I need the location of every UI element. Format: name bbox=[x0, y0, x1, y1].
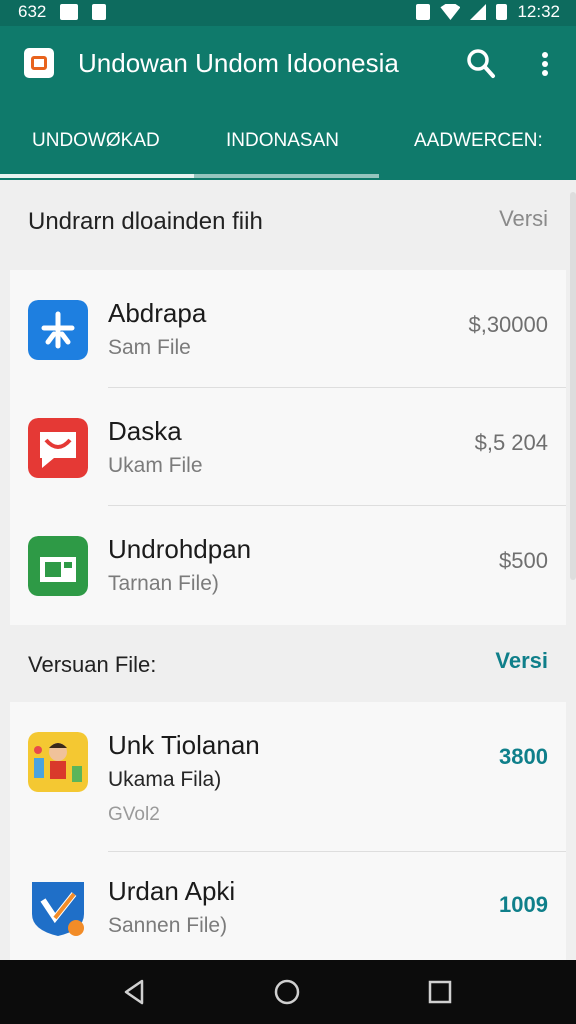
signal-icon bbox=[470, 4, 487, 20]
app-bar: Undowan Undom Idoonesia bbox=[0, 26, 576, 106]
app-price: 1009 bbox=[499, 892, 548, 917]
section-title: Versuan File: bbox=[28, 652, 157, 677]
tab-aadwercen[interactable]: AADWERCEN: bbox=[414, 130, 543, 152]
section-header-2: Versuan File: Versi bbox=[0, 632, 576, 692]
section-link[interactable]: Versi bbox=[495, 648, 548, 674]
app-price: $500 bbox=[499, 548, 548, 573]
doc-notification-icon bbox=[92, 4, 107, 20]
list-item[interactable]: Daska Ukam File $,5 204 bbox=[10, 388, 566, 506]
app-name: Unk Tiolanan bbox=[108, 730, 260, 760]
app-price: 3800 bbox=[499, 744, 548, 769]
app-subtitle: Sam File bbox=[108, 336, 191, 359]
section-link[interactable]: Versi bbox=[499, 206, 548, 232]
vibrate-icon bbox=[416, 4, 431, 20]
app-subtitle: Ukama Fila) bbox=[108, 768, 222, 791]
image-notification-icon bbox=[60, 4, 79, 20]
red-chat-app-icon bbox=[28, 418, 88, 478]
section-header-1: Undrarn dloainden fiih Versi bbox=[0, 190, 576, 250]
home-icon[interactable] bbox=[273, 978, 301, 1006]
system-navigation-bar bbox=[0, 960, 576, 1024]
app-subtitle: Ukam File bbox=[108, 454, 203, 477]
battery-icon bbox=[496, 4, 508, 20]
green-sheet-app-icon bbox=[28, 536, 88, 596]
status-bar: 632 12:32 bbox=[0, 0, 576, 26]
app-name: Daska bbox=[108, 416, 182, 446]
app-list-card-2: Unk Tiolanan Ukama Fila) GVol2 3800 Urda… bbox=[10, 702, 566, 960]
more-options-icon[interactable] bbox=[536, 48, 554, 80]
app-logo-icon bbox=[24, 48, 54, 78]
app-price: $,30000 bbox=[468, 312, 548, 337]
section-title: Undrarn dloainden fiih bbox=[28, 208, 263, 235]
shield-check-app-icon bbox=[32, 882, 84, 936]
app-subtitle: Tarnan File) bbox=[108, 572, 219, 595]
tab-indonasan[interactable]: INDONASAN bbox=[226, 130, 339, 152]
list-item[interactable]: Abdrapa Sam File $,30000 bbox=[10, 270, 566, 388]
app-secondary-text: GVol2 bbox=[108, 804, 160, 825]
list-item[interactable]: Undrohdpan Tarnan File) $500 bbox=[10, 506, 566, 624]
status-left-text: 632 bbox=[18, 2, 47, 21]
list-item[interactable]: Unk Tiolanan Ukama Fila) GVol2 3800 bbox=[10, 702, 566, 852]
app-list-card-1: Abdrapa Sam File $,30000 Daska Ukam File… bbox=[10, 270, 566, 625]
tab-bar: UNDOWØKAD INDONASAN AADWERCEN: bbox=[0, 106, 576, 180]
selected-tab-indicator bbox=[0, 174, 194, 178]
app-name: Abdrapa bbox=[108, 298, 207, 328]
scrollbar[interactable] bbox=[570, 192, 576, 580]
recents-icon[interactable] bbox=[426, 978, 454, 1006]
blue-asterisk-app-icon bbox=[28, 300, 88, 360]
wifi-icon bbox=[440, 4, 461, 20]
search-icon[interactable] bbox=[466, 48, 496, 80]
status-time: 12:32 bbox=[517, 2, 560, 21]
tab-divider bbox=[194, 174, 379, 178]
app-name: Undrohdpan bbox=[108, 534, 252, 564]
tab-undowokad[interactable]: UNDOWØKAD bbox=[32, 130, 160, 152]
cartoon-game-app-icon bbox=[28, 732, 88, 792]
app-price: $,5 204 bbox=[474, 430, 548, 455]
app-subtitle: Sannen File) bbox=[108, 914, 228, 937]
app-title: Undowan Undom Idoonesia bbox=[78, 48, 399, 78]
app-name: Urdan Apki bbox=[108, 876, 236, 906]
list-item[interactable]: Urdan Apki Sannen File) 1009 bbox=[10, 852, 566, 960]
back-icon[interactable] bbox=[120, 978, 148, 1006]
